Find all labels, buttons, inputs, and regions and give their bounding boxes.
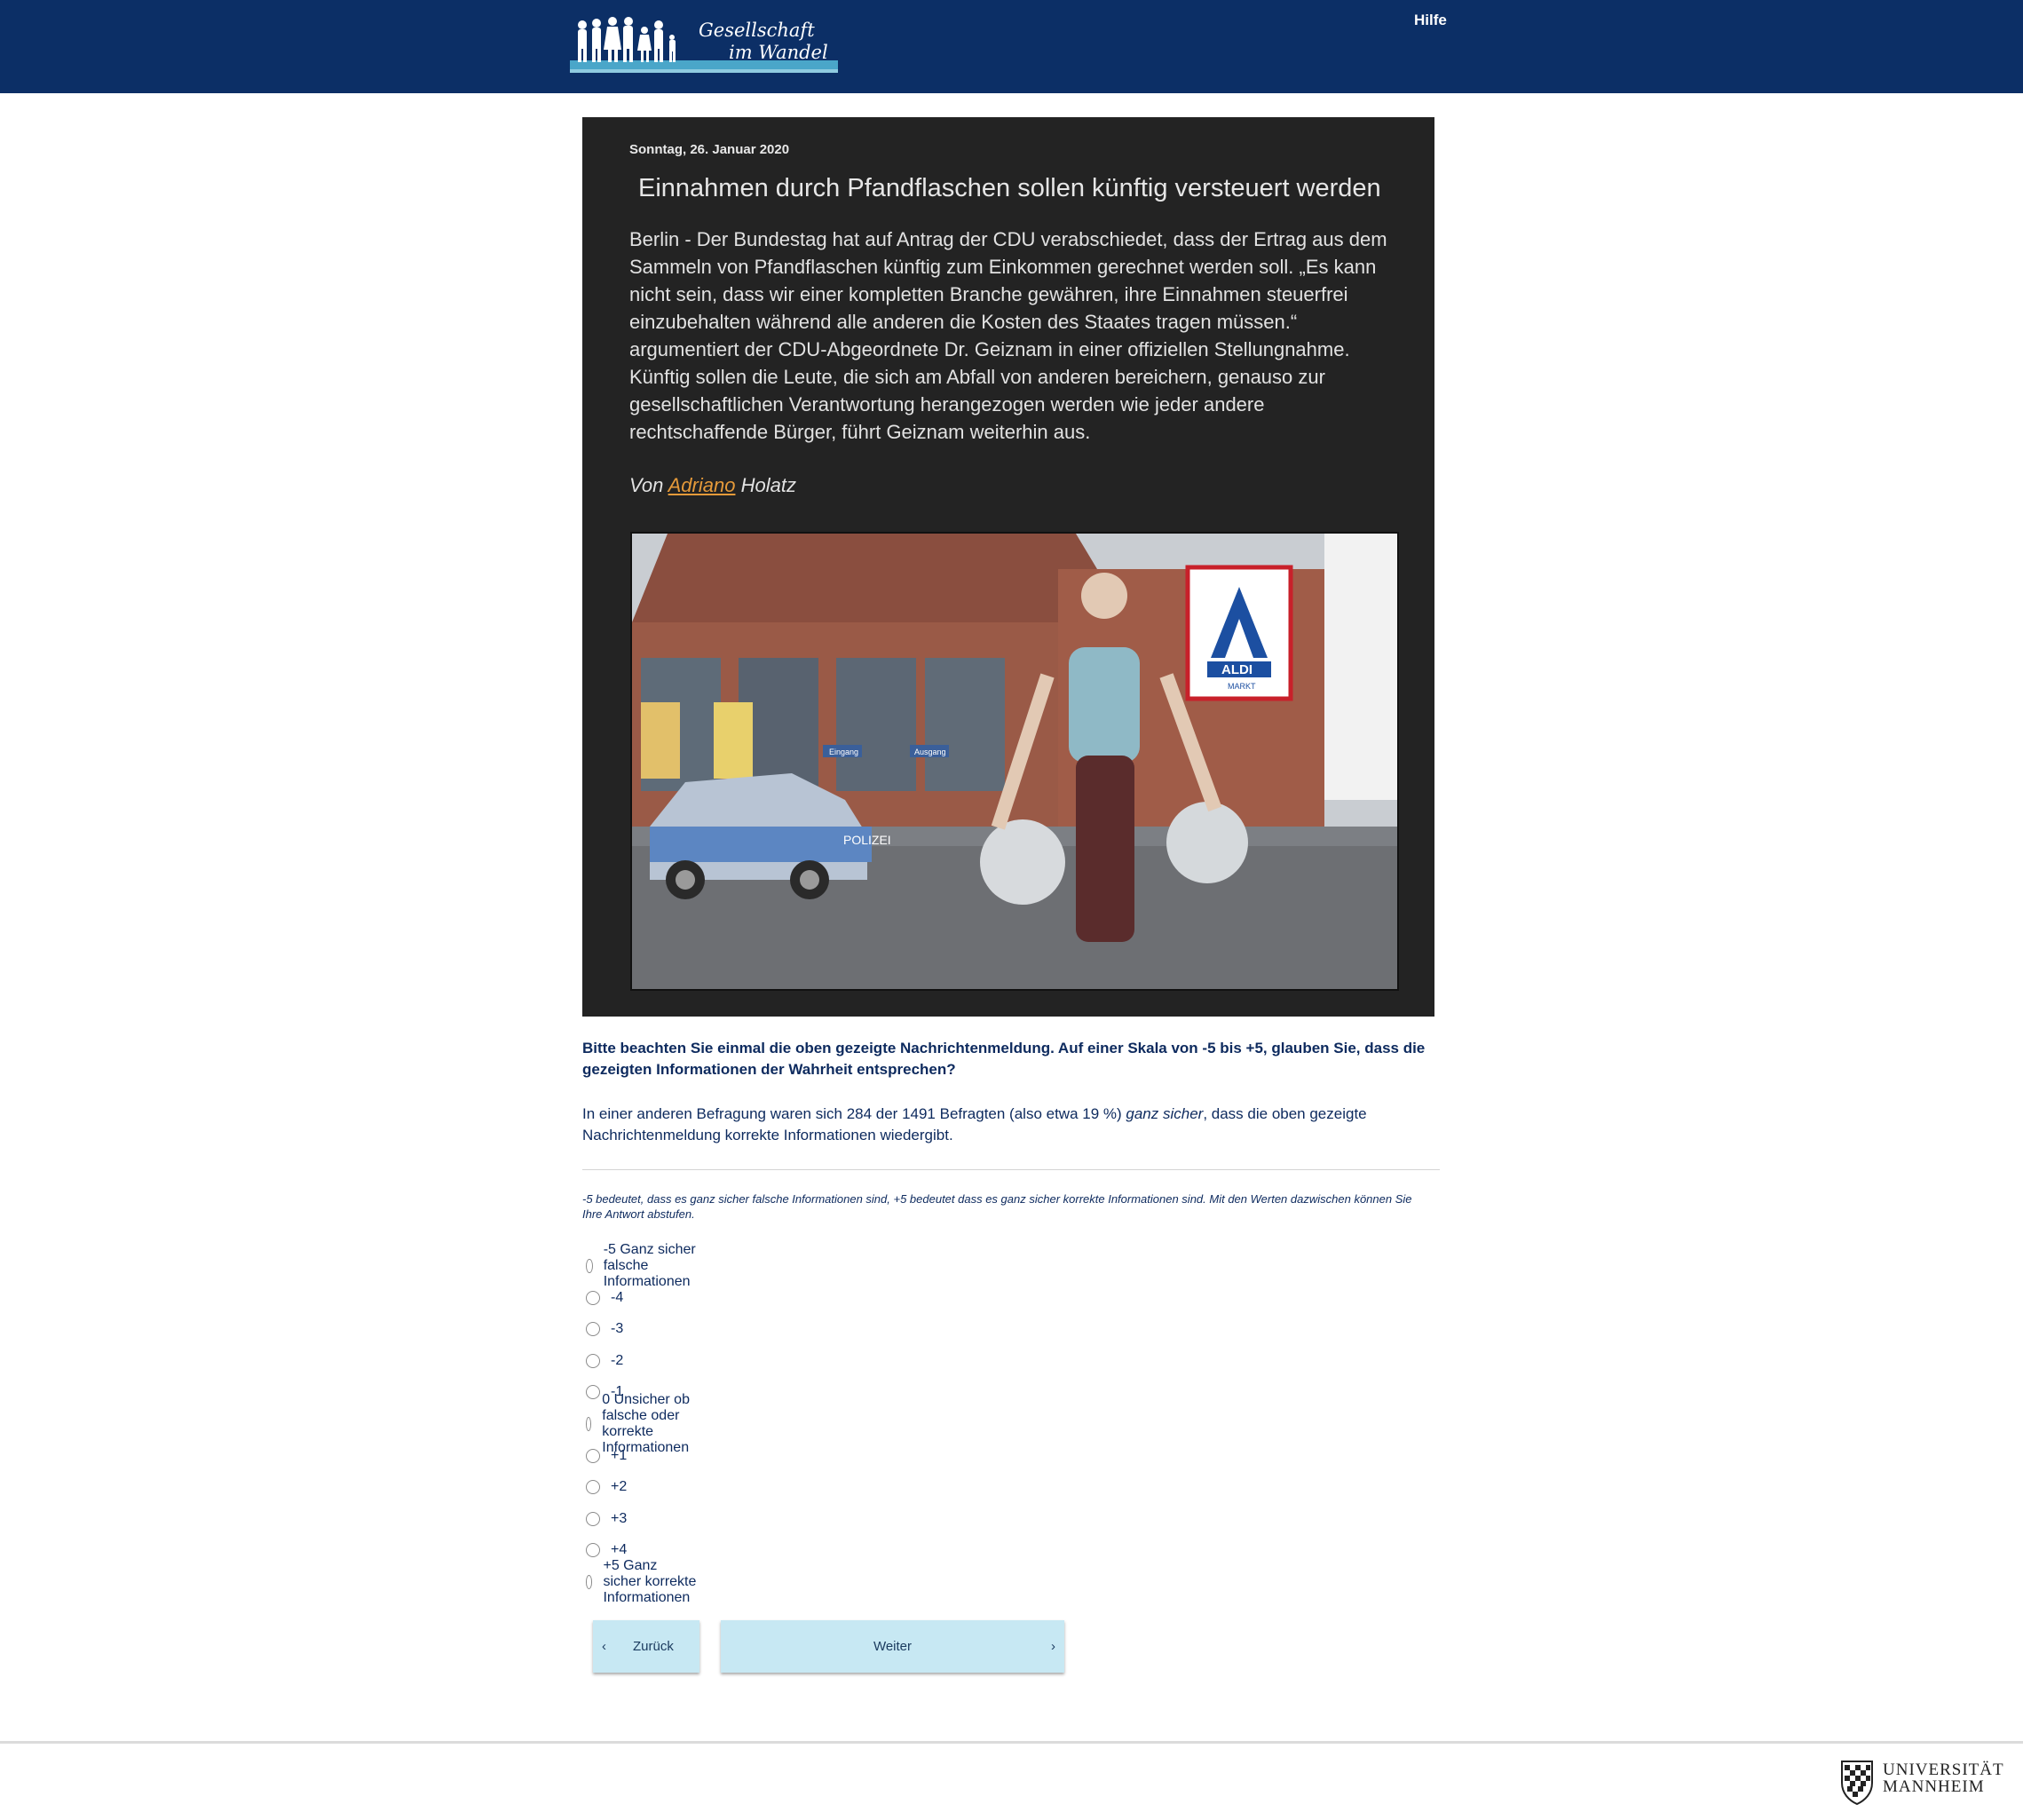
footer-divider — [0, 1741, 2023, 1744]
radio-button[interactable] — [586, 1385, 600, 1399]
radio-button[interactable] — [586, 1354, 600, 1368]
option-label: -2 — [611, 1353, 624, 1368]
radio-button[interactable] — [586, 1417, 592, 1431]
radio-button[interactable] — [586, 1480, 600, 1494]
option-0[interactable]: 0 Unsicher ob falsche oder korrekte Info… — [586, 1392, 698, 1455]
radio-button[interactable] — [586, 1291, 600, 1305]
option-label: +2 — [611, 1479, 628, 1494]
help-link[interactable]: Hilfe — [1414, 12, 1447, 29]
option-plus-3[interactable]: +3 — [586, 1508, 627, 1530]
option-label: +5 Ganz sicher korrekte Informationen — [603, 1558, 697, 1605]
chevron-left-icon: ‹ — [602, 1639, 606, 1654]
info-text-start: In einer anderen Befragung waren sich 28… — [582, 1105, 1126, 1122]
university-name-line-1: UNIVERSITÄT — [1883, 1761, 2004, 1779]
university-name-line-2: MANNHEIM — [1883, 1777, 1985, 1796]
next-button[interactable]: Weiter › — [721, 1620, 1064, 1673]
radio-button[interactable] — [586, 1449, 600, 1463]
article-photo: Eingang Ausgang ALDI MARKT POLIZEI — [630, 532, 1399, 991]
photo-store-sub: MARKT — [1228, 682, 1256, 691]
photo-entrance-label: Eingang — [829, 748, 858, 756]
option-label: -3 — [611, 1321, 624, 1336]
option-minus-4[interactable]: -4 — [586, 1287, 623, 1309]
university-logo: UNIVERSITÄT MANNHEIM — [1837, 1756, 2014, 1809]
option-minus-5[interactable]: -5 Ganz sicher falsche Informationen — [586, 1242, 698, 1289]
news-article: Sonntag, 26. Januar 2020 Einnahmen durch… — [582, 117, 1434, 1017]
site-header: Gesellschaft im Wandel Hilfe — [0, 0, 2023, 93]
university-name: UNIVERSITÄT MANNHEIM — [1883, 1761, 2004, 1795]
option-plus-5[interactable]: +5 Ganz sicher korrekte Informationen — [586, 1558, 698, 1605]
author-last-name: Holatz — [740, 474, 796, 496]
radio-button[interactable] — [586, 1322, 600, 1336]
back-button[interactable]: ‹ Zurück — [593, 1620, 699, 1673]
scale-note: -5 bedeutet, dass es ganz sicher falsche… — [582, 1192, 1412, 1221]
photo-store-sign: ALDI — [1221, 662, 1253, 677]
back-button-label: Zurück — [633, 1639, 674, 1654]
option-minus-2[interactable]: -2 — [586, 1350, 623, 1372]
info-emphasis: ganz sicher — [1126, 1105, 1204, 1122]
radio-button[interactable] — [586, 1575, 593, 1589]
author-first-name-link[interactable]: Adriano — [668, 474, 736, 496]
next-button-label: Weiter — [873, 1639, 913, 1654]
option-plus-1[interactable]: +1 — [586, 1445, 627, 1467]
article-photo-image: Eingang Ausgang ALDI MARKT POLIZEI — [632, 534, 1397, 989]
option-label: -5 Ganz sicher falsche Informationen — [603, 1242, 696, 1289]
chevron-right-icon: › — [1051, 1639, 1055, 1654]
divider — [582, 1169, 1440, 1170]
logo-line-1: Gesellschaft — [699, 20, 815, 41]
option-label: -4 — [611, 1290, 624, 1305]
article-date: Sonntag, 26. Januar 2020 — [629, 142, 790, 157]
radio-button[interactable] — [586, 1512, 600, 1526]
author-prefix: Von — [629, 474, 664, 496]
radio-button[interactable] — [586, 1543, 600, 1557]
logo-line-2: im Wandel — [729, 42, 828, 63]
university-crest-icon — [1841, 1761, 1873, 1806]
article-title: Einnahmen durch Pfandflaschen sollen kün… — [638, 174, 1381, 202]
question-text: Bitte beachten Sie einmal die oben gezei… — [582, 1040, 1426, 1078]
option-label: +1 — [611, 1448, 628, 1463]
article-body: Berlin - Der Bundestag hat auf Antrag de… — [629, 228, 1387, 443]
survey-logo[interactable]: Gesellschaft im Wandel — [570, 11, 838, 80]
option-label: +3 — [611, 1511, 628, 1526]
option-label: +4 — [611, 1542, 628, 1557]
option-plus-2[interactable]: +2 — [586, 1476, 627, 1498]
photo-exit-label: Ausgang — [914, 748, 946, 756]
photo-police-label: POLIZEI — [843, 833, 891, 847]
option-minus-3[interactable]: -3 — [586, 1318, 623, 1340]
article-author: Von Adriano Holatz — [629, 474, 796, 497]
question-info: In einer anderen Befragung waren sich 28… — [582, 1104, 1434, 1146]
radio-button[interactable] — [586, 1259, 593, 1273]
logo-text: Gesellschaft im Wandel — [699, 20, 828, 64]
